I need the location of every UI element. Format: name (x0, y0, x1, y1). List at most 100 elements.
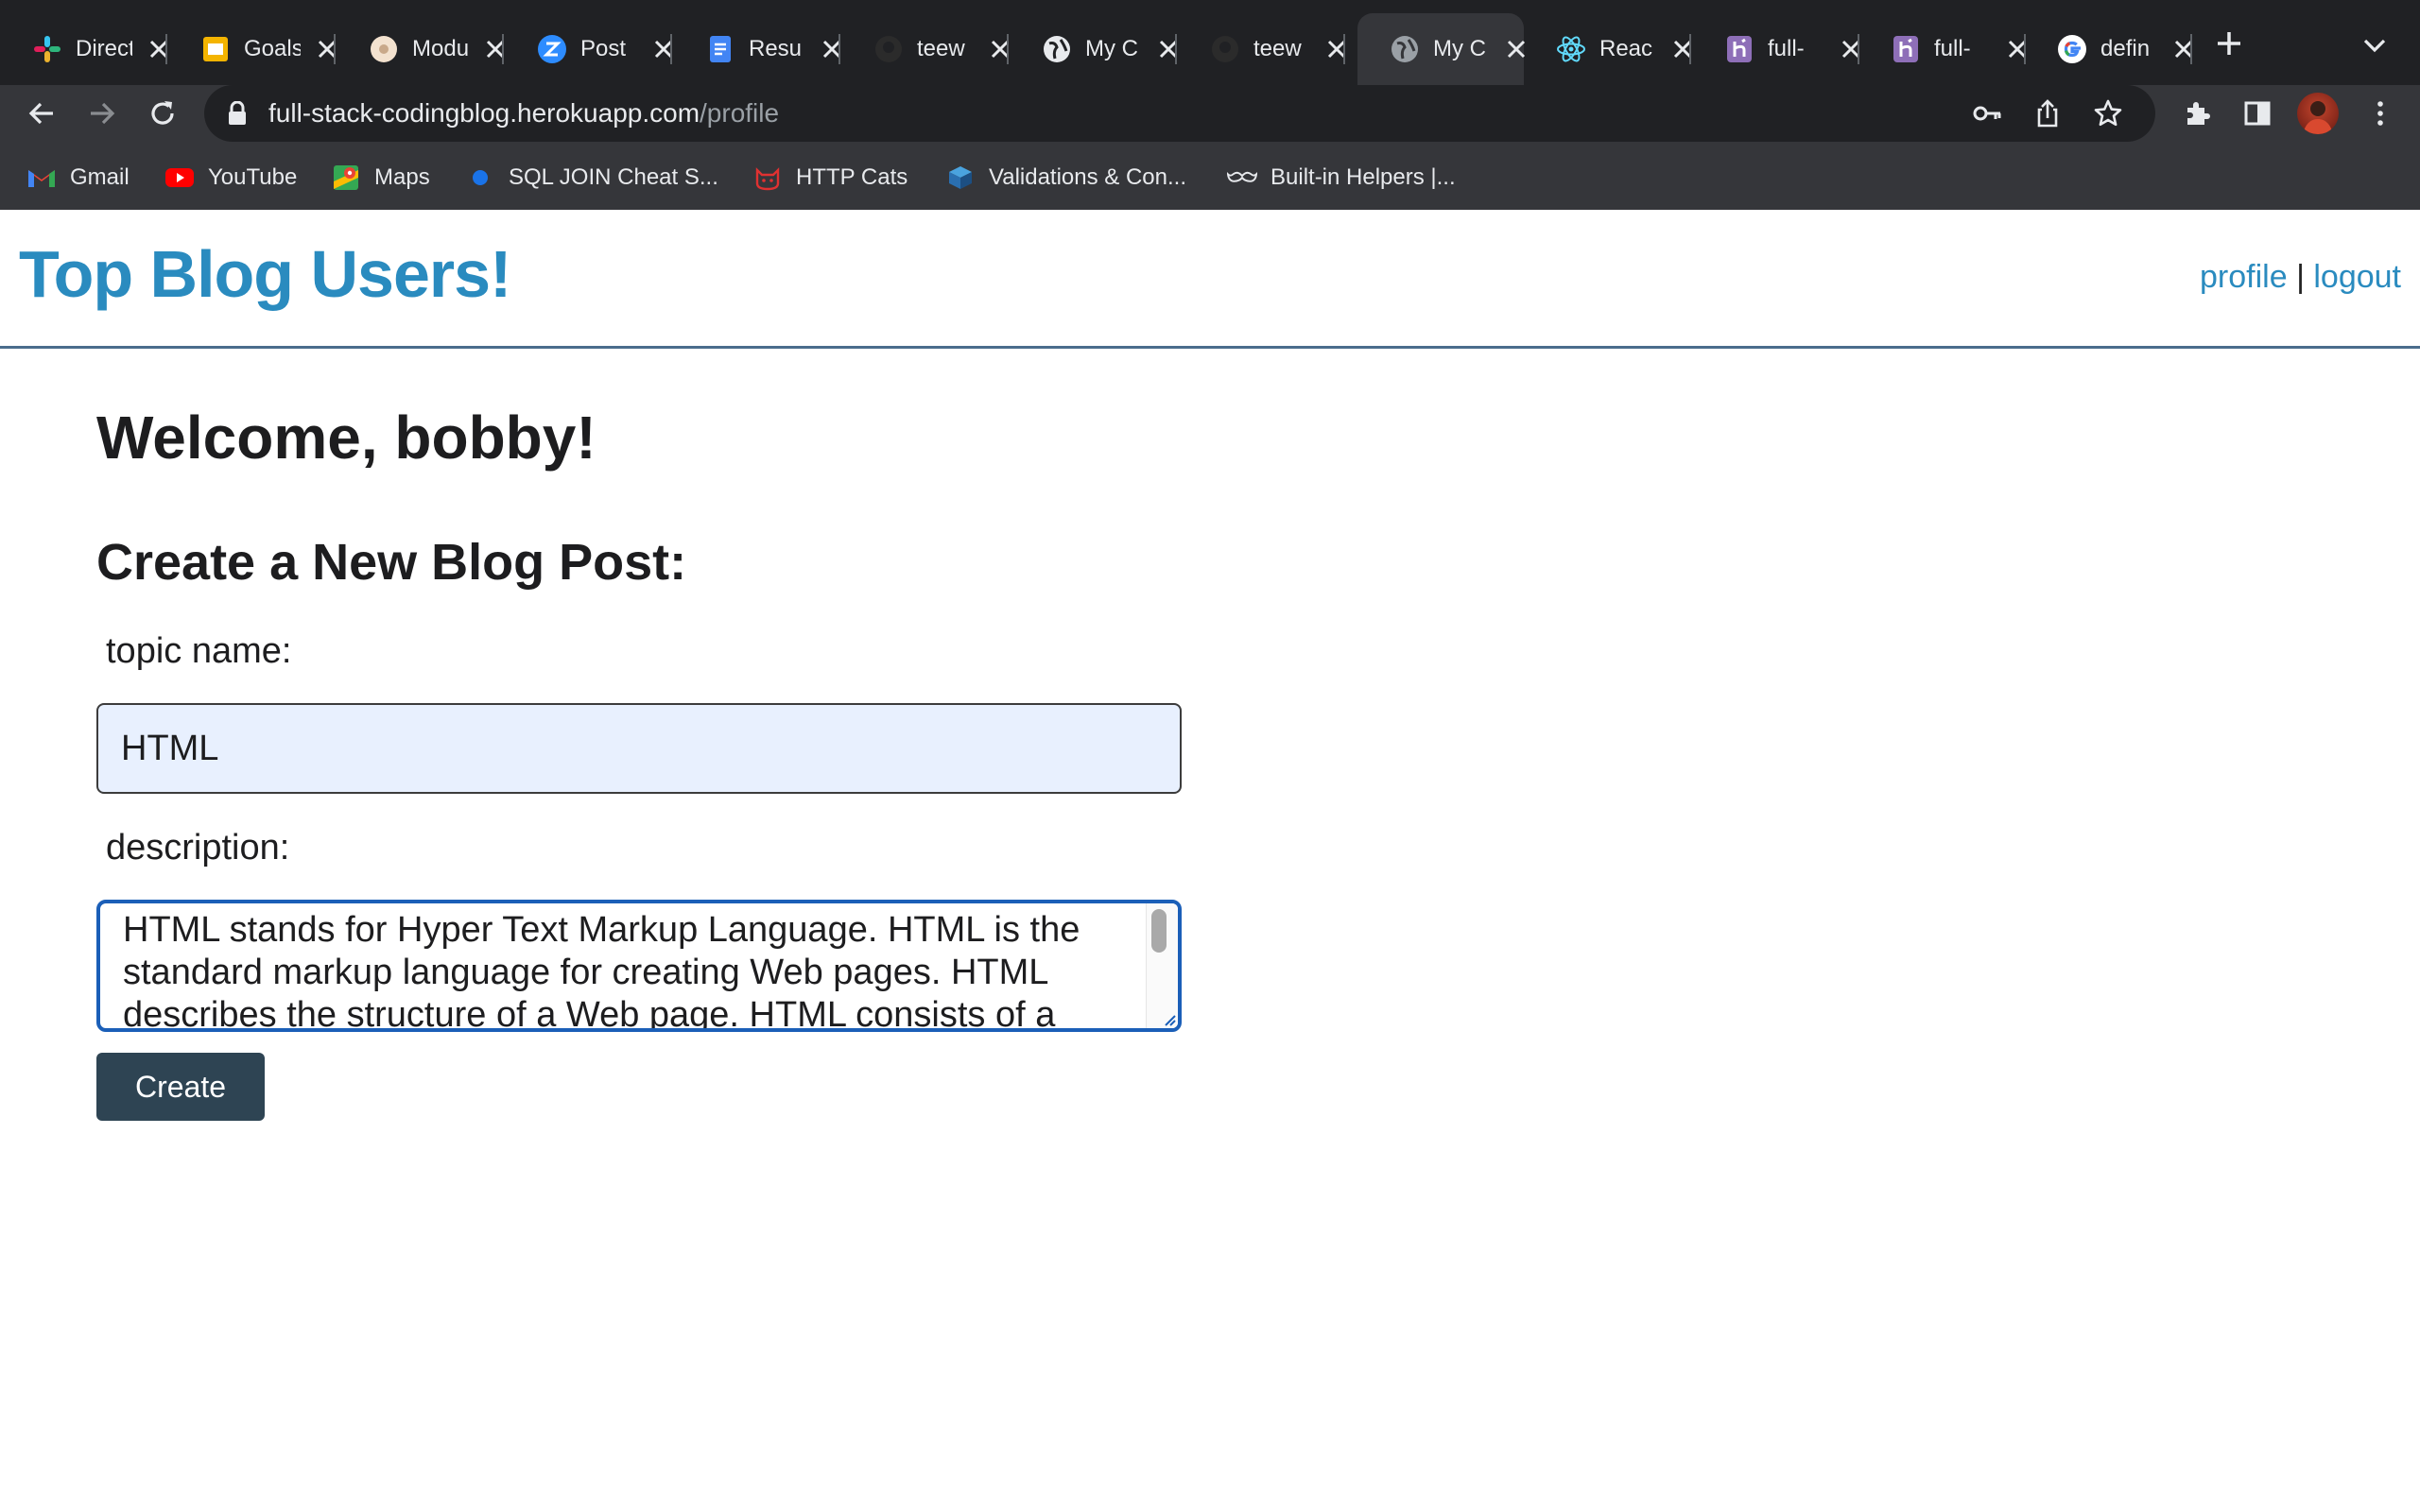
tab-title: teew (917, 36, 965, 61)
lock-icon[interactable] (227, 100, 248, 126)
tab-title: Direct (76, 36, 132, 61)
profile-link[interactable]: profile (2200, 259, 2288, 295)
tab-separator (1007, 34, 1009, 64)
scrollbar-thumb[interactable] (1151, 909, 1167, 953)
bookmark-label: Built-in Helpers |... (1270, 164, 1456, 190)
tab-goals[interactable]: Goals (168, 13, 337, 85)
tab-separator (334, 34, 336, 64)
new-tab-icon[interactable] (2214, 28, 2244, 59)
scrollbar-track[interactable] (1146, 903, 1178, 1028)
tab-full-1[interactable]: full- (1692, 13, 1860, 85)
bookmark-maps[interactable]: Maps (331, 163, 430, 193)
tab-title: My C (1085, 36, 1138, 61)
google-icon (2057, 34, 2087, 64)
globe-icon (1390, 34, 1420, 64)
tab-post[interactable]: Post (505, 13, 673, 85)
gmail-icon (26, 163, 57, 193)
tab-separator (165, 34, 167, 64)
description-text: HTML stands for Hyper Text Markup Langua… (123, 910, 1080, 1032)
globe-icon (1042, 34, 1072, 64)
top-nav: profile | logout (2200, 259, 2401, 296)
bookmark-http-cats[interactable]: HTTP Cats (752, 163, 908, 193)
address-bar[interactable]: full-stack-codingblog.herokuapp.com/prof… (204, 85, 2155, 142)
bookmark-label: Maps (374, 164, 430, 190)
tab-separator (1689, 34, 1691, 64)
zoom-icon (537, 34, 567, 64)
create-button[interactable]: Create (96, 1053, 265, 1121)
tab-title: full- (1768, 36, 1805, 61)
tab-resu[interactable]: Resu (673, 13, 841, 85)
tab-direct[interactable]: Direct (0, 13, 168, 85)
side-panel-icon[interactable] (2242, 98, 2273, 129)
share-icon[interactable] (2032, 98, 2063, 129)
forward-icon[interactable] (83, 94, 121, 132)
tab-my-c-1[interactable]: My C (1010, 13, 1178, 85)
avatar[interactable] (2297, 93, 2339, 134)
logout-link[interactable]: logout (2313, 259, 2401, 295)
tab-strip: Direct Goals Modu Post Resu teew My C te… (0, 0, 2420, 85)
bookmark-sql-join[interactable]: SQL JOIN Cheat S... (465, 163, 718, 193)
dot-icon (465, 163, 495, 193)
bookmark-gmail[interactable]: Gmail (26, 163, 130, 193)
tab-title: defin (2100, 36, 2151, 61)
bookmarks-bar: Gmail YouTube Maps SQL JOIN Cheat S... H… (0, 151, 2420, 204)
tab-title: Modu (412, 36, 469, 61)
tab-separator (502, 34, 504, 64)
github-icon (1210, 34, 1240, 64)
rails-guides-icon (945, 163, 976, 193)
tab-full-2[interactable]: full- (1858, 13, 2027, 85)
github-icon (873, 34, 904, 64)
browser-chrome: Direct Goals Modu Post Resu teew My C te… (0, 0, 2420, 210)
nav-separator: | (2296, 259, 2305, 295)
url-text[interactable]: full-stack-codingblog.herokuapp.com/prof… (268, 98, 779, 129)
tab-separator (2190, 34, 2192, 64)
bookmark-label: Gmail (70, 164, 130, 190)
tab-defin[interactable]: defin (2025, 13, 2193, 85)
tab-title: Goals (244, 36, 301, 61)
bookmark-label: HTTP Cats (796, 164, 908, 190)
tab-modu[interactable]: Modu (337, 13, 505, 85)
back-icon[interactable] (23, 94, 60, 132)
close-icon[interactable] (2170, 36, 2197, 62)
topic-name-input[interactable] (96, 703, 1182, 794)
tab-separator (1175, 34, 1177, 64)
topic-name-label: topic name: (106, 631, 292, 671)
bookmark-validations[interactable]: Validations & Con... (945, 163, 1186, 193)
bookmark-built-in-helpers[interactable]: Built-in Helpers |... (1227, 163, 1456, 193)
tab-title: Post (580, 36, 627, 61)
form-heading: Create a New Blog Post: (96, 534, 687, 591)
cat-icon (752, 163, 783, 193)
heroku-icon (1724, 34, 1754, 64)
docs-icon (705, 34, 735, 64)
url-host: full-stack-codingblog.herokuapp.com (268, 98, 700, 128)
more-menu-icon[interactable] (2365, 98, 2395, 129)
site-title: Top Blog Users! (19, 237, 511, 311)
chevron-down-icon[interactable] (2360, 34, 2390, 57)
welcome-heading: Welcome, bobby! (96, 404, 596, 472)
reload-icon[interactable] (144, 94, 182, 132)
tab-my-c-active[interactable]: My C (1357, 13, 1526, 85)
star-icon[interactable] (2093, 98, 2123, 129)
tab-teew-1[interactable]: teew (841, 13, 1010, 85)
tab-teew-2[interactable]: teew (1178, 13, 1346, 85)
bookmark-youtube[interactable]: YouTube (164, 163, 297, 193)
tab-title: My C (1433, 36, 1486, 61)
header-divider (0, 346, 2420, 349)
tab-react[interactable]: Reac (1524, 13, 1692, 85)
tab-title: teew (1253, 36, 1302, 61)
extensions-icon[interactable] (2182, 98, 2212, 129)
page-content: Top Blog Users! profile | logout Welcome… (0, 210, 2420, 1512)
tab-separator (670, 34, 672, 64)
slides-icon (200, 34, 231, 64)
description-label: description: (106, 828, 290, 868)
close-icon[interactable] (1323, 36, 1350, 62)
tab-title: Reac (1599, 36, 1653, 61)
mustache-icon (1227, 163, 1257, 193)
url-path: /profile (700, 98, 780, 128)
key-icon[interactable] (1972, 98, 2002, 129)
tab-separator (1343, 34, 1345, 64)
maps-icon (331, 163, 361, 193)
resize-handle-icon[interactable] (1161, 1011, 1176, 1026)
description-textarea[interactable]: HTML stands for Hyper Text Markup Langua… (96, 900, 1182, 1032)
bookmark-label: Validations & Con... (989, 164, 1187, 190)
